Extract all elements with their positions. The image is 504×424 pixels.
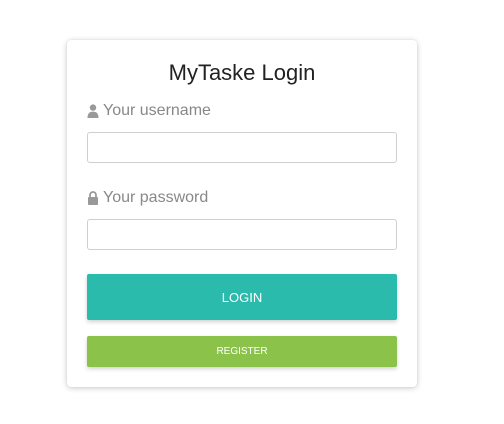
password-label-row: Your password (87, 189, 208, 207)
username-input[interactable] (87, 132, 397, 163)
username-label-row: Your username (87, 102, 211, 120)
user-icon (87, 104, 99, 118)
page-title: MyTaske Login (168, 60, 316, 85)
username-label: Your username (103, 102, 211, 119)
password-label: Your password (103, 189, 209, 206)
login-button[interactable]: LOGIN (87, 274, 397, 320)
lock-icon (87, 191, 99, 205)
login-card: MyTaske Login Your username Your passwor… (67, 40, 417, 387)
register-button[interactable]: REGISTER (87, 336, 397, 367)
password-input[interactable] (87, 219, 397, 250)
